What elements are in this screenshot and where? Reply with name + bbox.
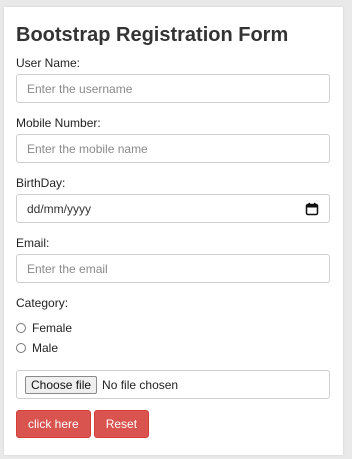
username-field-box (16, 74, 330, 103)
reset-button[interactable]: Reset (93, 410, 150, 438)
email-label: Email: (16, 236, 50, 250)
birthday-value: dd/mm/yyyy (27, 201, 92, 216)
submit-button[interactable]: click here (16, 410, 91, 438)
mobile-field-box (16, 134, 330, 163)
birthday-input[interactable]: dd/mm/yyyy (16, 194, 330, 223)
form-container: Bootstrap Registration Form User Name: M… (4, 7, 343, 438)
email-field-box (16, 254, 330, 283)
mobile-label: Mobile Number: (16, 116, 101, 130)
birthday-group: BirthDay: dd/mm/yyyy (16, 176, 331, 223)
username-input[interactable] (27, 81, 319, 96)
radio-option-male[interactable]: Male (16, 338, 331, 358)
username-label: User Name: (16, 56, 81, 70)
form-actions: click here Reset (16, 410, 331, 438)
mobile-group: Mobile Number: (16, 116, 331, 163)
username-group: User Name: (16, 56, 331, 103)
file-input[interactable]: Choose file No file chosen (16, 370, 330, 399)
radio-button-female[interactable] (16, 323, 26, 333)
category-group: Category: Female Male (16, 296, 331, 358)
radio-label-male: Male (32, 341, 59, 355)
birthday-label: BirthDay: (16, 176, 66, 190)
email-input[interactable] (27, 261, 319, 276)
page-title: Bootstrap Registration Form (16, 24, 289, 46)
category-label: Category: (16, 296, 69, 310)
calendar-icon[interactable] (305, 202, 319, 216)
radio-button-male[interactable] (16, 343, 26, 353)
registration-card: Bootstrap Registration Form User Name: M… (4, 7, 343, 455)
choose-file-button[interactable]: Choose file (25, 375, 98, 394)
mobile-input[interactable] (27, 141, 319, 156)
email-group: Email: (16, 236, 331, 283)
file-status: No file chosen (102, 377, 179, 392)
radio-label-female: Female (32, 321, 73, 335)
radio-option-female[interactable]: Female (16, 318, 331, 338)
